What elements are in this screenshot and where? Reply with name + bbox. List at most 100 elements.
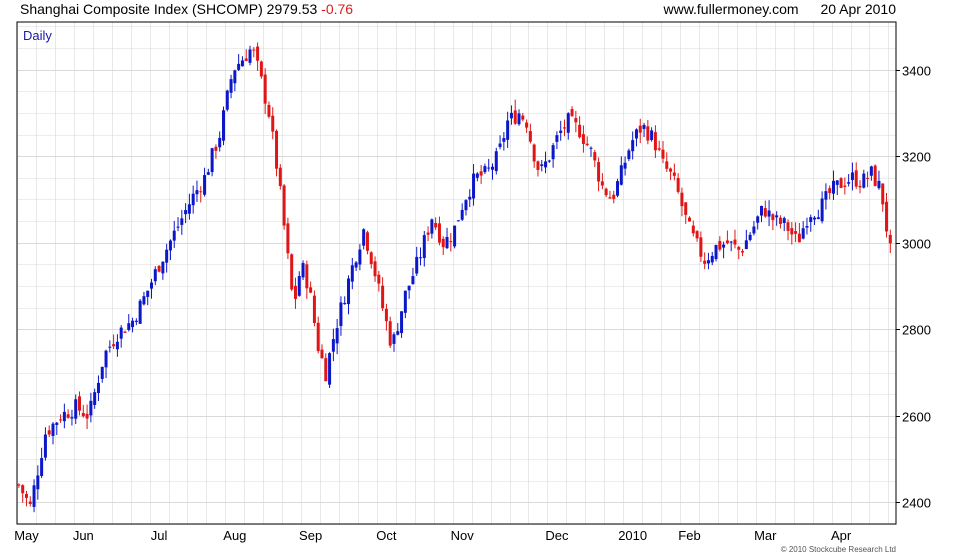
candle-down <box>725 240 729 244</box>
candle-up <box>331 339 335 352</box>
candle-down <box>267 104 271 117</box>
candle-up <box>517 113 521 125</box>
candle-up <box>809 217 813 223</box>
candle-up <box>172 230 176 241</box>
candle-down <box>843 185 847 187</box>
candle-down <box>312 295 316 323</box>
candle-down <box>309 287 313 293</box>
candle-down <box>741 251 745 253</box>
candle-down <box>699 237 703 257</box>
candle-up <box>710 255 714 263</box>
candle-up <box>619 165 623 185</box>
price-candles <box>17 42 892 513</box>
candle-up <box>180 218 184 225</box>
candle-up <box>350 265 354 282</box>
candle-up <box>343 302 347 305</box>
candle-up <box>104 350 108 368</box>
candle-up <box>411 276 415 284</box>
candle-down <box>604 188 608 196</box>
candle-up <box>127 323 131 330</box>
candle-up <box>847 182 851 184</box>
candle-up <box>498 143 502 148</box>
candle-down <box>778 217 782 224</box>
candle-down <box>888 234 892 244</box>
candle-up <box>775 215 779 218</box>
candle-up <box>55 422 59 425</box>
candle-up <box>403 290 407 313</box>
candle-up <box>74 399 78 419</box>
candle-down <box>858 185 862 188</box>
candle-up <box>820 198 824 222</box>
candle-up <box>464 200 468 211</box>
candle-down <box>612 194 616 199</box>
candle-up <box>32 485 36 507</box>
candle-up <box>134 320 138 322</box>
candle-down <box>521 115 525 120</box>
candle-up <box>161 261 165 274</box>
candle-up <box>509 112 513 119</box>
candle-down <box>797 233 801 243</box>
candle-down <box>199 191 203 193</box>
candle-down <box>244 58 248 61</box>
candle-up <box>756 216 760 223</box>
candle-down <box>881 183 885 205</box>
candle-up <box>472 173 476 199</box>
x-tick-label: Mar <box>754 528 777 543</box>
candle-up <box>187 204 191 214</box>
candle-down <box>112 344 116 347</box>
candle-up <box>714 244 718 260</box>
candle-up <box>487 167 491 169</box>
candle-up <box>631 140 635 152</box>
copyright-footer: © 2010 Stockcube Research Ltd <box>780 545 896 554</box>
candle-up <box>354 262 358 268</box>
x-tick-label: Apr <box>831 528 852 543</box>
candle-down <box>676 177 680 192</box>
candle-up <box>759 205 763 216</box>
candle-down <box>47 430 51 435</box>
candle-down <box>282 185 286 226</box>
candle-down <box>593 152 597 161</box>
candle-down <box>786 222 790 231</box>
candle-up <box>729 241 733 243</box>
candle-up <box>165 249 169 263</box>
candle-up <box>551 145 555 160</box>
candle-down <box>373 261 377 277</box>
candle-up <box>782 218 786 224</box>
x-tick-label: Sep <box>299 528 322 543</box>
candle-down <box>695 231 699 239</box>
candle-up <box>115 341 119 350</box>
candle-down <box>828 188 832 194</box>
candle-down <box>377 274 381 284</box>
candle-up <box>634 129 638 139</box>
candle-down <box>434 222 438 228</box>
candle-down <box>78 396 82 411</box>
candle-up <box>869 166 873 176</box>
x-tick-label: Aug <box>223 528 246 543</box>
candle-down <box>305 264 309 289</box>
candle-up <box>203 175 207 195</box>
candle-up <box>335 328 339 344</box>
candle-down <box>256 46 260 61</box>
candle-up <box>589 147 593 149</box>
x-tick-label: Oct <box>376 528 397 543</box>
candle-up <box>559 130 563 133</box>
candle-up <box>168 240 172 251</box>
candle-down <box>661 149 665 159</box>
candle-up <box>96 382 100 394</box>
candle-up <box>153 269 157 282</box>
candle-down <box>320 349 324 359</box>
candle-up <box>62 411 66 422</box>
candle-down <box>794 231 798 234</box>
candle-up <box>430 219 434 234</box>
plot-frame <box>16 21 897 525</box>
candle-up <box>131 320 135 328</box>
candle-up <box>206 172 210 175</box>
candlestick-chart: Daily 2400 2600 2800 3000 3200 3400 May Jun Jul… <box>14 21 931 543</box>
candle-down <box>763 208 767 217</box>
candle-up <box>210 148 214 173</box>
y-tick-label: 3200 <box>902 150 931 165</box>
candle-up <box>506 120 510 140</box>
candle-down <box>81 412 85 417</box>
candle-up <box>415 256 419 274</box>
candle-down <box>680 192 684 207</box>
